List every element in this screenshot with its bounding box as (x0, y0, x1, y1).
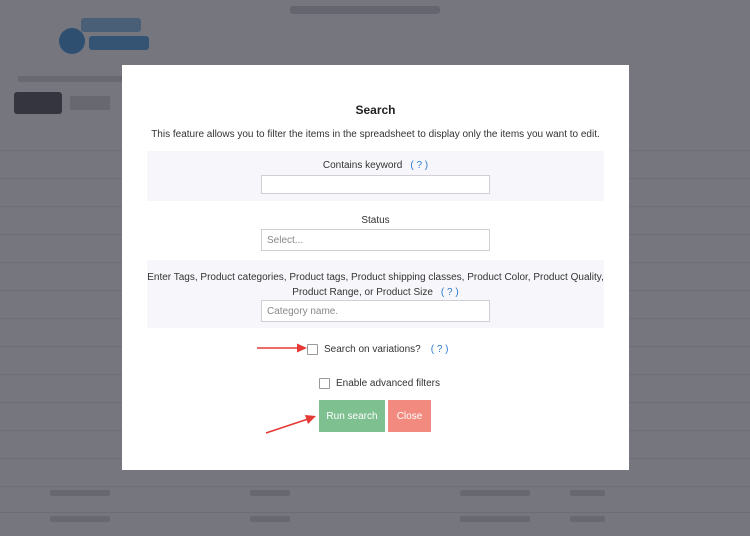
search-variations-help-link[interactable]: ( ? ) (431, 344, 449, 355)
modal-description: This feature allows you to filter the it… (151, 129, 600, 140)
search-modal: Search This feature allows you to filter… (122, 65, 629, 470)
close-button[interactable]: Close (388, 400, 431, 432)
modal-title: Search (355, 103, 396, 117)
advanced-filters-label[interactable]: Enable advanced filters (336, 378, 440, 389)
keyword-label: Contains keyword (322, 160, 403, 171)
search-variations-row: Search on variations? ( ? ) (307, 344, 449, 355)
taxonomy-section: Enter Tags, Product categories, Product … (147, 260, 604, 328)
keyword-input[interactable] (261, 175, 490, 194)
annotation-arrow-icon (257, 343, 307, 353)
taxonomy-label-line1: Enter Tags, Product categories, Product … (147, 272, 604, 283)
annotation-arrow-icon (265, 415, 316, 434)
taxonomy-label-row2: Product Range, or Product Size ( ? ) (147, 287, 604, 298)
category-name-input[interactable]: Category name. (261, 300, 490, 322)
status-label: Status (361, 215, 390, 226)
run-search-button[interactable]: Run search (319, 400, 385, 432)
keyword-label-row: Contains keyword ( ? ) (147, 160, 604, 171)
taxonomy-label-line2: Product Range, or Product Size (292, 287, 433, 298)
search-variations-label[interactable]: Search on variations? (324, 344, 421, 355)
keyword-section: Contains keyword ( ? ) (147, 151, 604, 201)
advanced-filters-row: Enable advanced filters (319, 378, 440, 389)
status-select[interactable]: Select... (261, 229, 490, 251)
keyword-help-link[interactable]: ( ? ) (410, 160, 428, 171)
taxonomy-help-link[interactable]: ( ? ) (441, 287, 459, 298)
advanced-filters-checkbox[interactable] (319, 378, 330, 389)
